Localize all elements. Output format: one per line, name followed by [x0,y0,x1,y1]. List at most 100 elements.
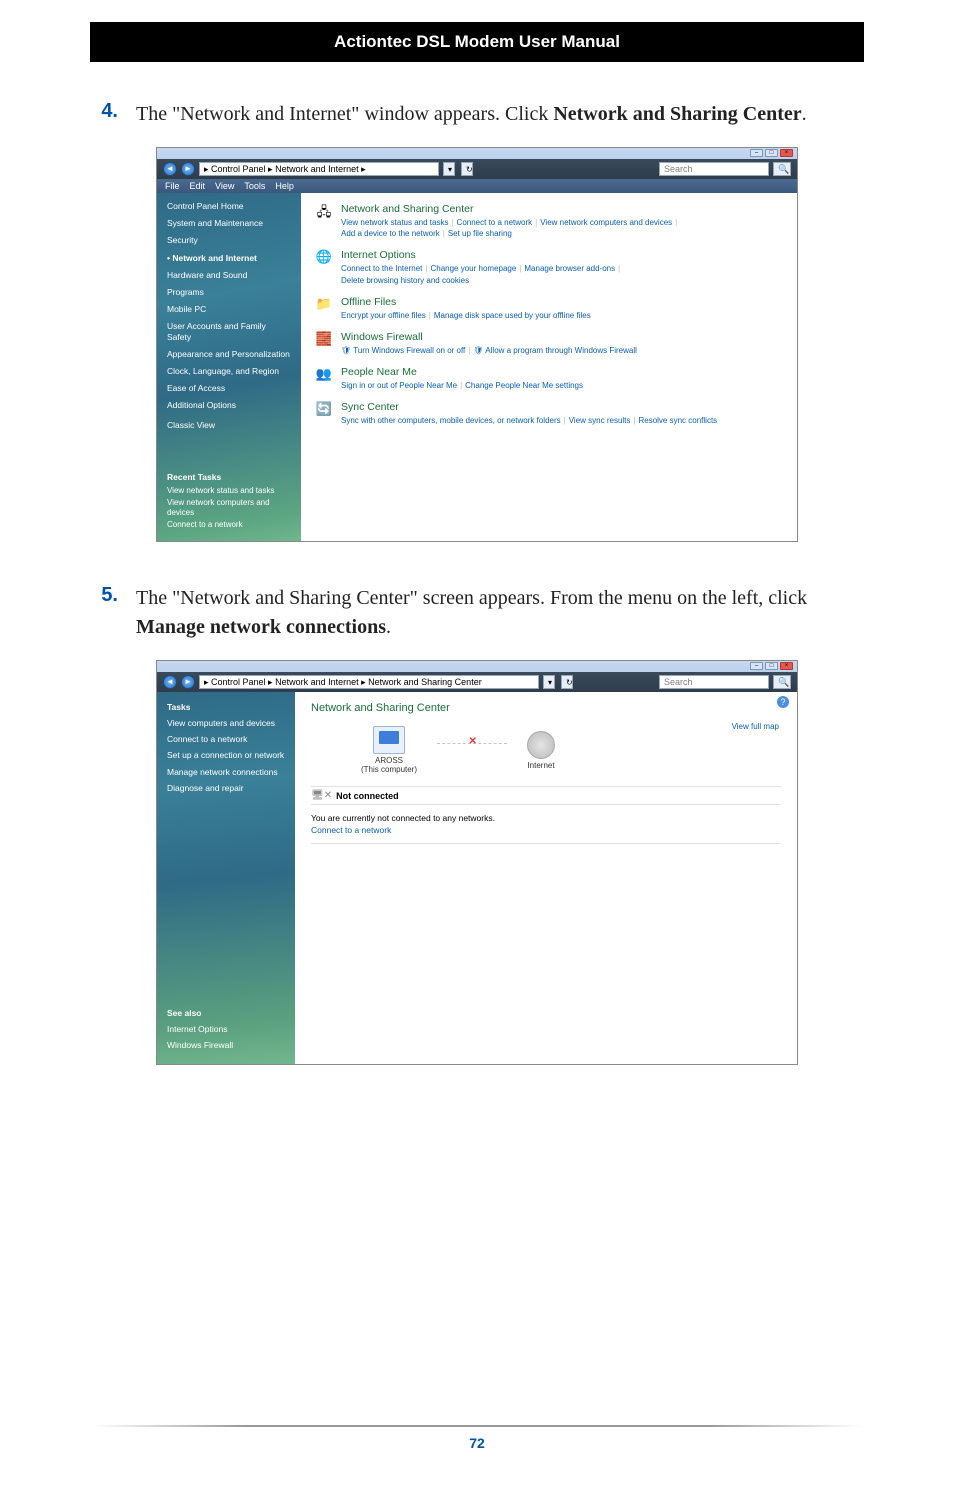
recent-task[interactable]: View network status and tasks [167,486,291,496]
refresh-button[interactable]: ↻ [561,675,573,689]
step-4-bold: Network and Sharing Center [553,103,801,125]
menu-file[interactable]: File [165,181,180,191]
link[interactable]: View network status and tasks [341,218,448,227]
forward-button[interactable]: ► [181,675,195,689]
see-also: See also Internet Options Windows Firewa… [167,1008,285,1056]
category-links: Sign in or out of People Near Me|Change … [341,380,783,391]
recent-task[interactable]: Connect to a network [167,520,291,530]
internet-label: Internet [527,761,555,770]
maximize-button[interactable]: □ [765,662,778,670]
recent-task[interactable]: View network computers and devices [167,498,291,517]
sidebar-home[interactable]: Control Panel Home [167,201,291,211]
link[interactable]: Change your homepage [430,264,516,273]
sidebar-item[interactable]: System and Maintenance [167,218,291,228]
category-title[interactable]: Windows Firewall [341,331,783,343]
breadcrumb[interactable]: ▸ Control Panel ▸ Network and Internet ▸ [199,162,439,176]
link[interactable]: 🛡 [473,346,485,355]
internet-icon [527,731,555,759]
search-input[interactable]: Search [659,675,769,689]
link[interactable]: View sync results [569,416,631,425]
back-button[interactable]: ◄ [163,162,177,176]
link[interactable]: Manage browser add-ons [524,264,615,273]
step-4-text-a: The "Network and Internet" window appear… [136,103,553,125]
category-links: 🛡 Turn Windows Firewall on or off|🛡 Allo… [341,345,783,356]
firewall-icon: 🧱 [315,331,333,349]
category-title[interactable]: Sync Center [341,401,783,413]
sidebar-item[interactable]: Programs [167,287,291,297]
close-button[interactable]: × [780,149,793,157]
link[interactable]: Resolve sync conflicts [638,416,717,425]
search-icon[interactable]: 🔍 [773,675,791,689]
category-title[interactable]: Network and Sharing Center [341,203,783,215]
link[interactable]: View network computers and devices [540,218,672,227]
back-button[interactable]: ◄ [163,675,177,689]
search-input[interactable]: Search [659,162,769,176]
link[interactable]: Set up file sharing [448,229,512,238]
nav-toolbar: ◄ ► ▸ Control Panel ▸ Network and Intern… [157,159,797,179]
disconnected-icon: 🖥✕ [311,790,332,801]
breadcrumb-dropdown[interactable]: ▾ [443,162,455,176]
task-link[interactable]: Set up a connection or network [167,750,285,760]
refresh-button[interactable]: ↻ [461,162,473,176]
category-title[interactable]: Offline Files [341,296,783,308]
step-5-bold: Manage network connections [136,616,386,638]
link[interactable]: Turn Windows Firewall on or off [353,346,465,355]
link[interactable]: Change People Near Me settings [465,381,583,390]
link[interactable]: Delete browsing history and cookies [341,276,469,285]
sidebar-item[interactable]: Additional Options [167,400,291,410]
menu-help[interactable]: Help [275,181,294,191]
category-title[interactable]: Internet Options [341,249,783,261]
divider [311,843,781,844]
maximize-button[interactable]: □ [765,149,778,157]
sidebar-classic-view[interactable]: Classic View [167,420,291,430]
computer-icon [373,726,405,754]
category-people-near-me: 👥 People Near Me Sign in or out of Peopl… [315,366,783,391]
sidebar-item[interactable]: Security [167,235,291,245]
connect-link[interactable]: Connect to a network [311,825,781,835]
link[interactable]: Sync with other computers, mobile device… [341,416,561,425]
close-button[interactable]: × [780,662,793,670]
minimize-button[interactable]: – [750,662,763,670]
help-icon[interactable]: ? [777,696,789,708]
breadcrumb-dropdown[interactable]: ▾ [543,675,555,689]
menu-bar: File Edit View Tools Help [157,179,797,193]
page-title: Network and Sharing Center [311,702,781,714]
link[interactable]: Add a device to the network [341,229,440,238]
see-also-link[interactable]: Windows Firewall [167,1040,285,1050]
sidebar-item[interactable]: User Accounts and Family Safety [167,321,291,341]
category-links: Encrypt your offline files|Manage disk s… [341,310,783,321]
link[interactable]: Allow a program through Windows Firewall [485,346,637,355]
menu-tools[interactable]: Tools [244,181,265,191]
minimize-button[interactable]: – [750,149,763,157]
task-link[interactable]: View computers and devices [167,718,285,728]
sidebar-item[interactable]: Appearance and Personalization [167,349,291,359]
menu-edit[interactable]: Edit [190,181,206,191]
search-icon[interactable]: 🔍 [773,162,791,176]
connection-broken-icon [437,743,507,744]
sidebar-recent-tasks: Recent Tasks View network status and tas… [167,472,291,533]
link[interactable]: Sign in or out of People Near Me [341,381,457,390]
link[interactable]: 🛡 [341,346,353,355]
sidebar-item[interactable]: Clock, Language, and Region [167,366,291,376]
sidebar-item[interactable]: Ease of Access [167,383,291,393]
sidebar-item-active[interactable]: Network and Internet [167,253,291,263]
link[interactable]: Manage disk space used by your offline f… [434,311,591,320]
category-title[interactable]: People Near Me [341,366,783,378]
task-link-manage-connections[interactable]: Manage network connections [167,767,285,777]
breadcrumb[interactable]: ▸ Control Panel ▸ Network and Internet ▸… [199,675,539,689]
task-link[interactable]: Connect to a network [167,734,285,744]
step-4-text: The "Network and Internet" window appear… [136,100,807,129]
view-full-map-link[interactable]: View full map [732,722,779,731]
status-message: You are currently not connected to any n… [311,813,781,823]
link[interactable]: Encrypt your offline files [341,311,426,320]
category-links: Sync with other computers, mobile device… [341,415,783,426]
menu-view[interactable]: View [215,181,234,191]
link[interactable]: Connect to a network [457,218,533,227]
link[interactable]: Connect to the Internet [341,264,422,273]
forward-button[interactable]: ► [181,162,195,176]
task-link[interactable]: Diagnose and repair [167,783,285,793]
see-also-link[interactable]: Internet Options [167,1024,285,1034]
sidebar-item[interactable]: Hardware and Sound [167,270,291,280]
sidebar-item[interactable]: Mobile PC [167,304,291,314]
step-4-number: 4. [90,100,118,129]
